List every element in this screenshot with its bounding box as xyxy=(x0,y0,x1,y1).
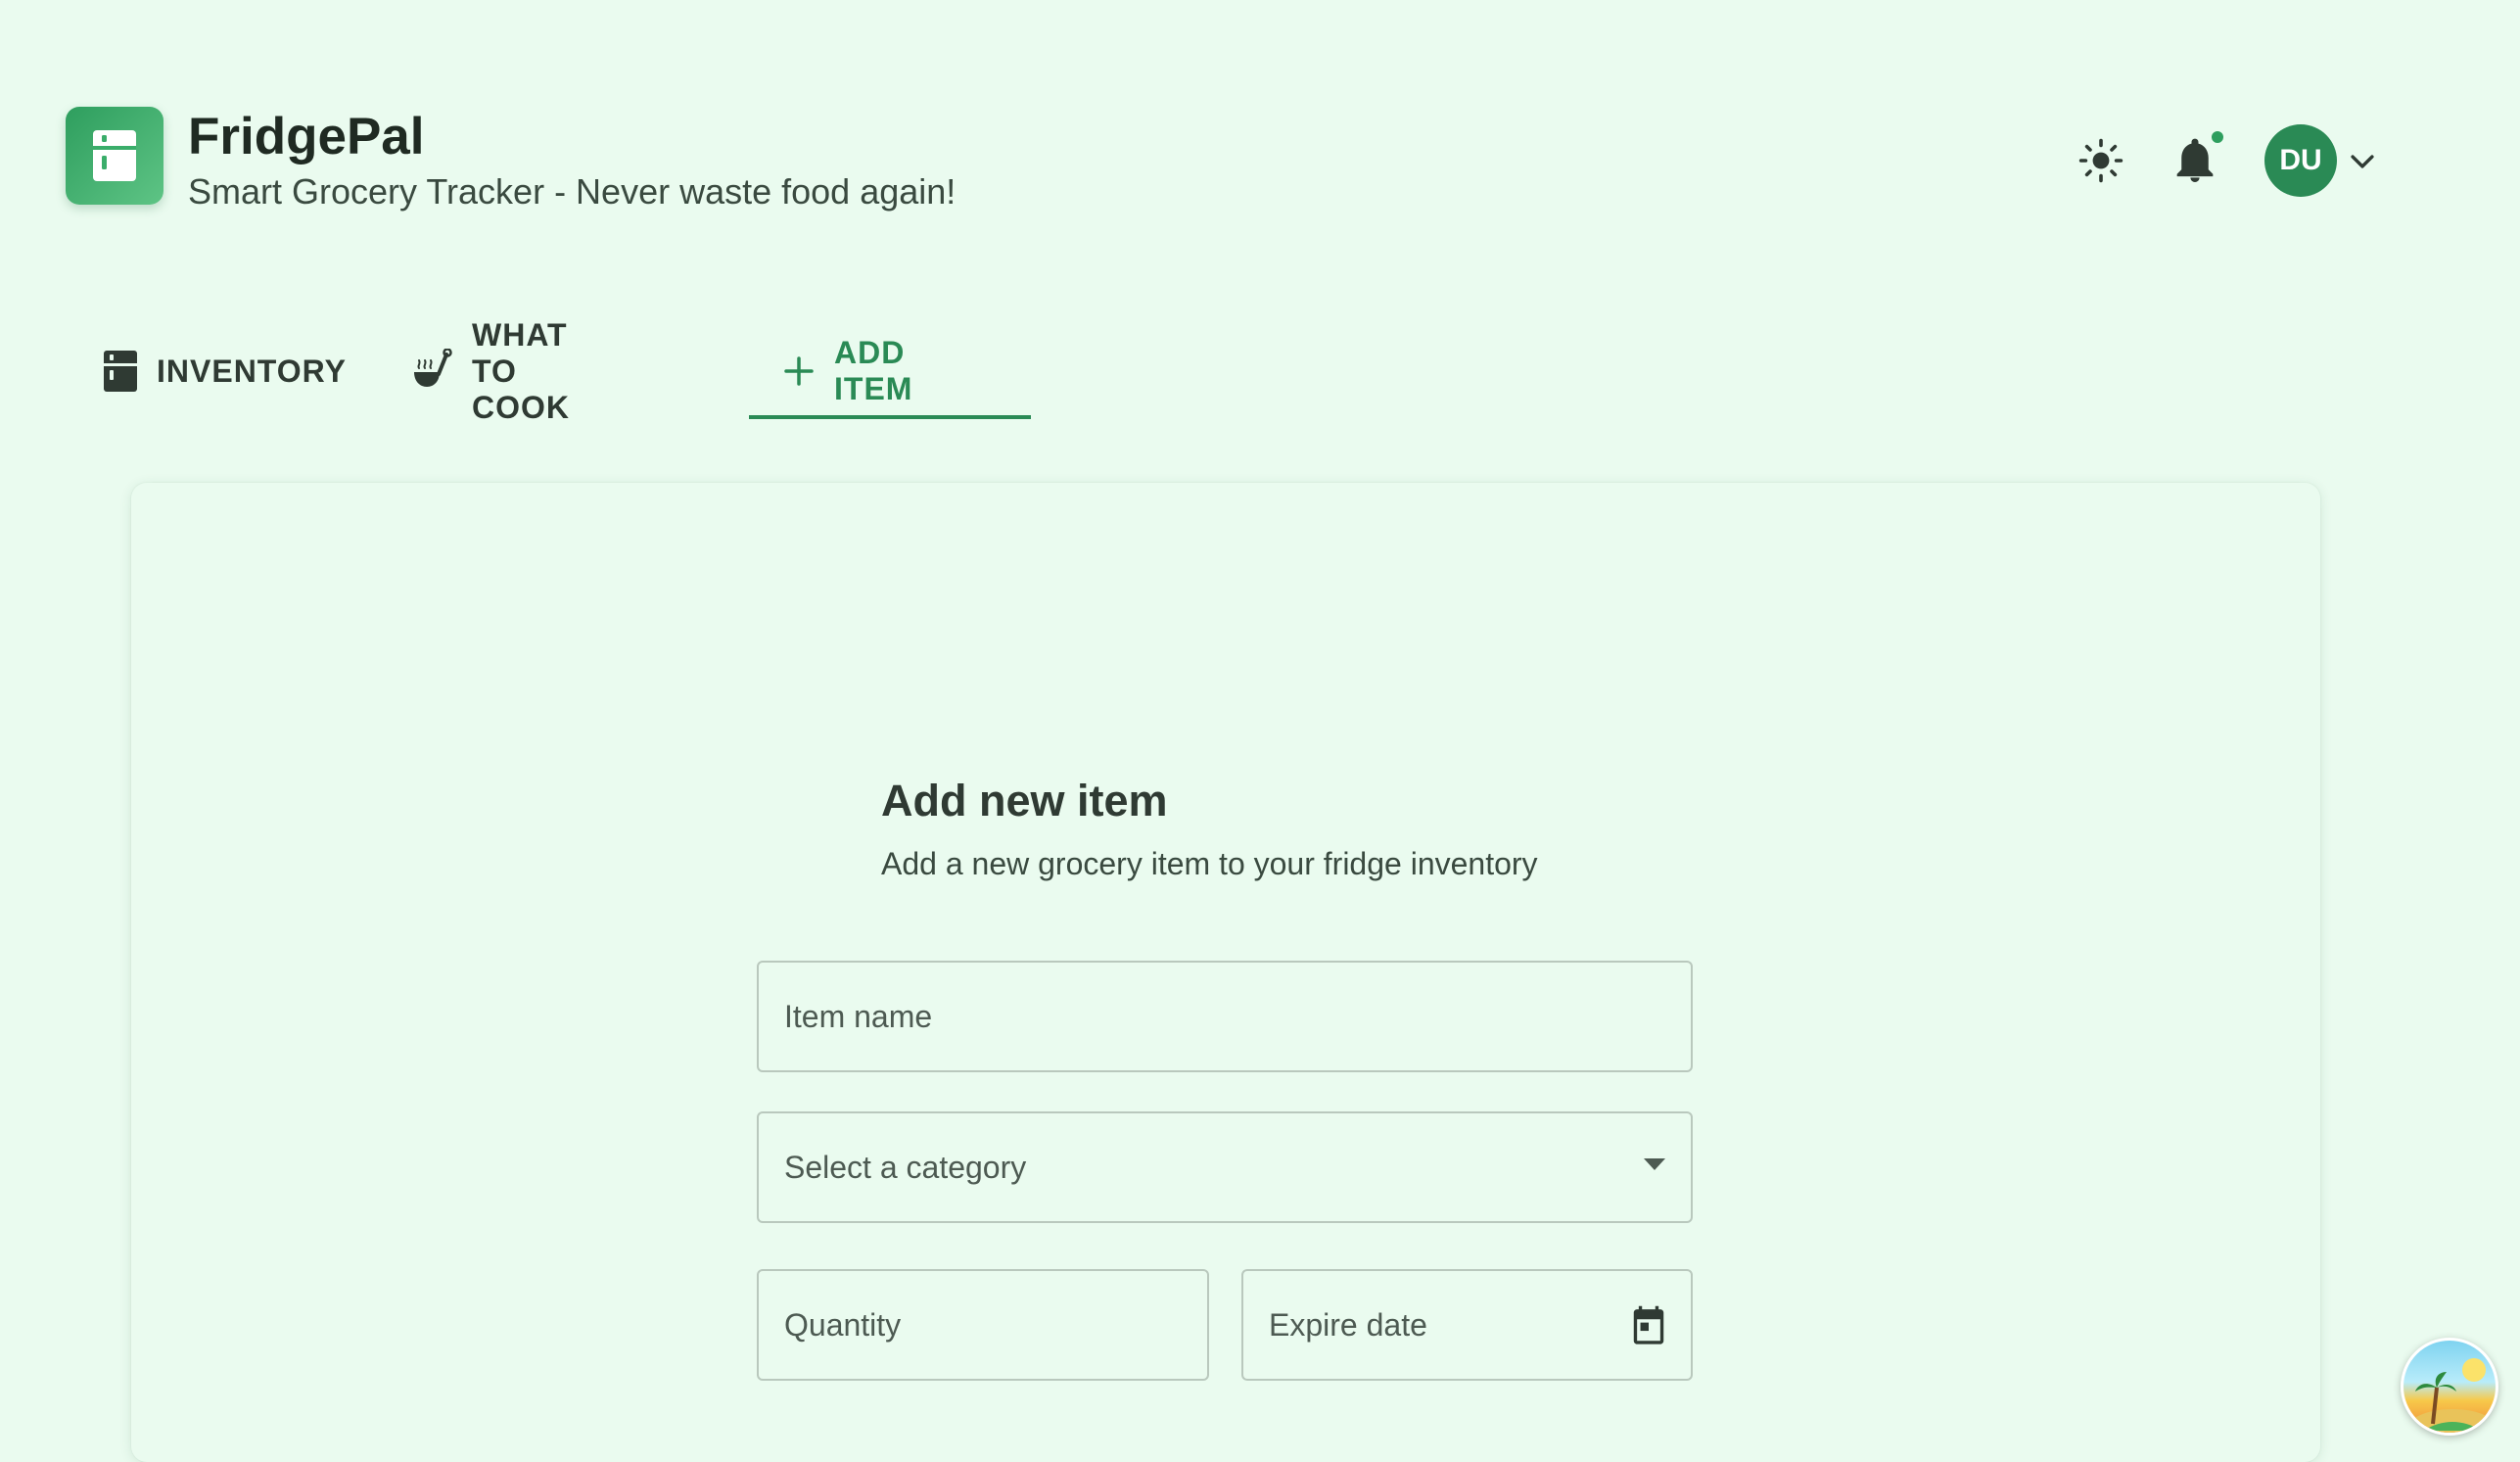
form-subtitle: Add a new grocery item to your fridge in… xyxy=(881,846,1538,881)
category-select-label: Select a category xyxy=(784,1149,1027,1185)
notification-dot xyxy=(2210,129,2225,145)
expire-date-field[interactable]: Expire date xyxy=(1241,1269,1693,1381)
tab-what-to-cook[interactable]: WHAT TO COOK xyxy=(411,317,570,425)
bell-icon xyxy=(2176,138,2214,182)
tab-label: WHAT TO COOK xyxy=(472,316,570,425)
beach-avatar-icon[interactable] xyxy=(2401,1338,2498,1436)
active-tab-indicator xyxy=(749,415,1031,419)
sun-icon xyxy=(2078,138,2123,183)
tab-label: ADD ITEM xyxy=(834,335,913,406)
tab-label: INVENTORY xyxy=(157,353,347,389)
user-avatar[interactable]: DU xyxy=(2264,124,2337,197)
fridge-icon xyxy=(104,351,137,392)
category-select[interactable]: Select a category xyxy=(757,1111,1693,1223)
item-name-input[interactable] xyxy=(757,961,1693,1072)
plus-icon xyxy=(783,355,815,387)
app-title: FridgePal xyxy=(188,108,425,165)
quantity-input[interactable] xyxy=(757,1269,1209,1381)
app-header: FridgePal Smart Grocery Tracker - Never … xyxy=(0,0,2520,294)
dropdown-arrow-icon xyxy=(1644,1158,1665,1170)
calendar-icon[interactable] xyxy=(1628,1304,1669,1347)
theme-toggle-button[interactable] xyxy=(2070,129,2132,192)
cooking-pot-icon xyxy=(411,349,452,394)
app-subtitle: Smart Grocery Tracker - Never waste food… xyxy=(188,171,957,212)
chevron-down-icon[interactable] xyxy=(2346,145,2379,178)
tab-add-item[interactable]: ADD ITEM xyxy=(783,323,912,419)
tab-inventory[interactable]: INVENTORY xyxy=(104,323,347,419)
fridge-logo-icon xyxy=(66,107,163,205)
form-title: Add new item xyxy=(881,776,1168,825)
expire-date-label: Expire date xyxy=(1269,1306,1427,1343)
